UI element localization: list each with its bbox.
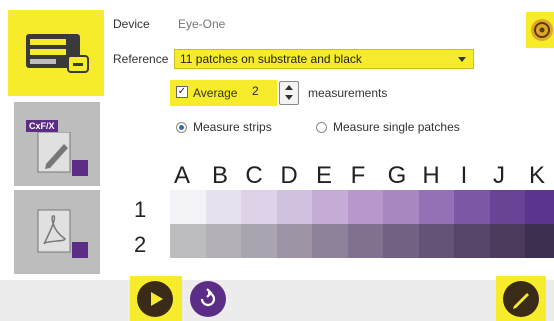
average-stepper[interactable] (279, 81, 299, 105)
reference-label: Reference (113, 52, 169, 66)
sidebar-item-pdf-export[interactable] (14, 190, 100, 274)
column-label: A (173, 162, 190, 189)
column-label: E (315, 162, 332, 189)
sidebar: CxF/X (0, 0, 106, 321)
settings-button[interactable] (526, 12, 554, 48)
play-icon (151, 292, 163, 306)
edit-button[interactable] (503, 281, 539, 317)
average-checkbox[interactable]: ✓ (176, 86, 188, 98)
color-patch[interactable] (383, 190, 419, 224)
color-patch[interactable] (170, 224, 206, 258)
color-patch[interactable] (276, 190, 313, 224)
stepper-up-icon[interactable] (285, 85, 293, 90)
reset-icon (200, 288, 216, 307)
color-patch[interactable] (347, 190, 384, 224)
measure-device-icon (26, 34, 89, 73)
color-patch[interactable] (170, 190, 206, 224)
column-label: C (245, 162, 263, 189)
measure-strips-label: Measure strips (193, 120, 272, 134)
measurements-label: measurements (308, 86, 388, 100)
measure-single-radio[interactable] (316, 122, 327, 133)
color-patch[interactable] (241, 190, 277, 224)
chevron-down-icon (458, 57, 466, 62)
gear-icon (531, 19, 553, 41)
column-label: B (211, 162, 228, 189)
column-label: I (460, 162, 468, 189)
color-patch[interactable] (241, 224, 277, 258)
sidebar-item-cxf-edit[interactable]: CxF/X (14, 102, 100, 186)
stepper-down-icon[interactable] (285, 95, 293, 100)
row-label: 1 (134, 197, 147, 222)
color-patch[interactable] (525, 190, 554, 224)
measure-strips-radio[interactable] (176, 122, 187, 133)
color-patch[interactable] (312, 190, 348, 224)
color-patch[interactable] (489, 190, 526, 224)
row-label: 2 (134, 232, 147, 257)
sidebar-item-measure-device[interactable] (8, 10, 104, 96)
color-patch[interactable] (454, 190, 490, 224)
color-patch[interactable] (418, 190, 455, 224)
average-label: Average (193, 86, 238, 100)
bottom-toolbar (0, 280, 554, 321)
color-patch[interactable] (312, 224, 348, 258)
column-label: J (493, 162, 505, 189)
color-patch[interactable] (347, 224, 384, 258)
color-patch[interactable] (383, 224, 419, 258)
reference-select-value: 11 patches on substrate and black (180, 52, 362, 66)
reference-select[interactable]: 11 patches on substrate and black (174, 49, 474, 69)
column-label: F (350, 162, 366, 189)
color-patch[interactable] (205, 224, 242, 258)
color-patch[interactable] (418, 224, 455, 258)
play-button[interactable] (137, 281, 173, 317)
column-label: G (387, 162, 407, 189)
color-patch[interactable] (489, 224, 526, 258)
pdf-icon (37, 209, 88, 258)
cxf-badge: CxF/X (26, 120, 58, 132)
device-label: Device (113, 17, 150, 31)
cxf-edit-icon (37, 132, 88, 176)
color-patch[interactable] (454, 224, 490, 258)
device-value: Eye-One (178, 17, 226, 31)
color-patch[interactable] (525, 224, 554, 258)
color-patch[interactable] (276, 224, 313, 258)
column-label: K (528, 162, 545, 189)
reset-button[interactable] (190, 281, 226, 317)
column-label: D (280, 162, 298, 189)
column-label: H (422, 162, 440, 189)
measure-single-label: Measure single patches (333, 120, 460, 134)
average-input[interactable]: 2 (248, 84, 272, 101)
color-patch[interactable] (205, 190, 242, 224)
pencil-icon (513, 293, 529, 309)
